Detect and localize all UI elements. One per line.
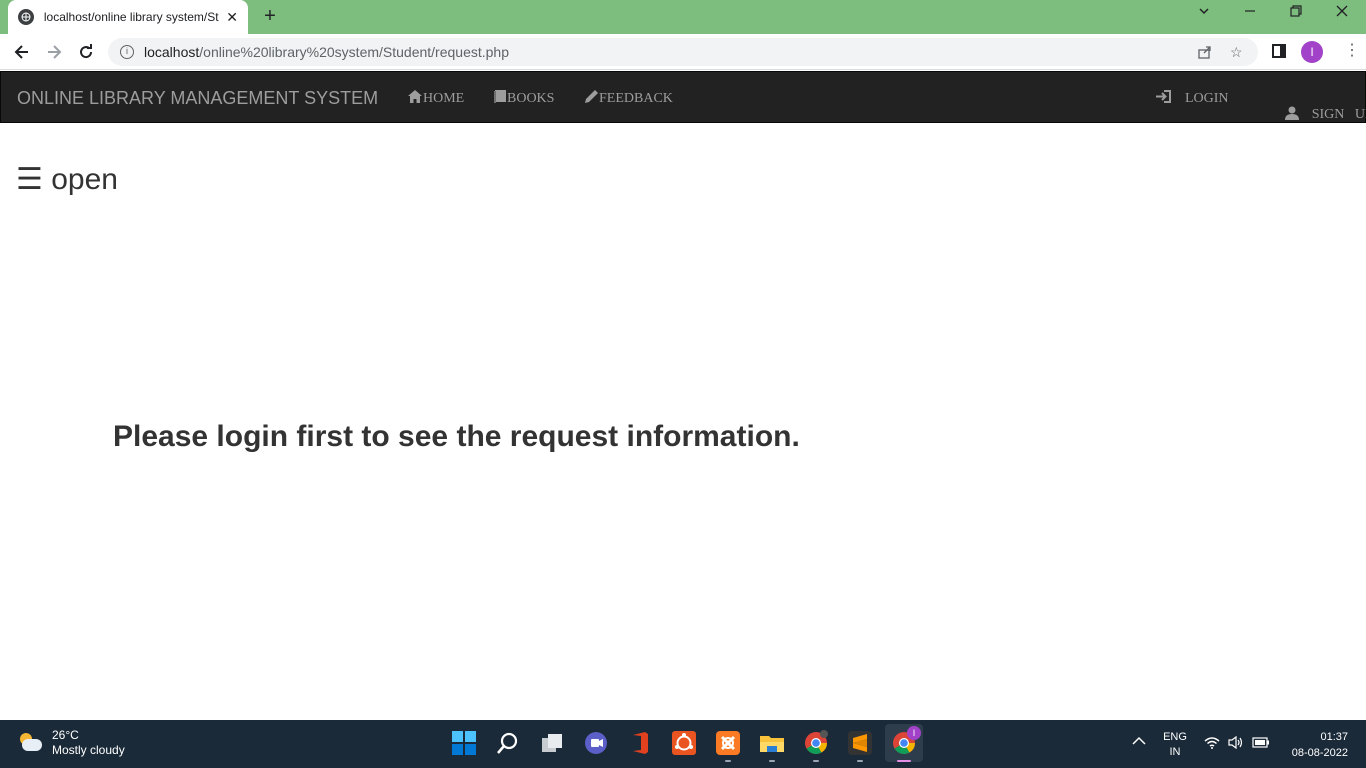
- book-icon: [494, 90, 506, 107]
- browser-tab[interactable]: localhost/online library system/St ✕: [8, 0, 248, 34]
- teams-chat-icon[interactable]: [583, 730, 609, 756]
- running-indicator: [769, 760, 775, 762]
- nav-home-label: HOME: [423, 90, 465, 106]
- restore-button[interactable]: [1286, 4, 1306, 22]
- start-windows-icon[interactable]: [451, 730, 477, 756]
- tab-close-icon[interactable]: ✕: [226, 9, 238, 26]
- tab-title: localhost/online library system/St: [43, 10, 219, 24]
- running-indicator: [813, 760, 819, 762]
- tab-search-icon[interactable]: [1194, 4, 1214, 22]
- user-icon: [1258, 90, 1299, 140]
- clock-time: 01:37: [1320, 731, 1348, 743]
- side-panel-icon[interactable]: [1272, 44, 1286, 58]
- url-text: localhost/online%20library%20system/Stud…: [144, 44, 509, 60]
- nav-signup[interactable]: SIGN UP: [1258, 90, 1366, 140]
- windows-taskbar: 26°C Mostly cloudy I ENG IN 01:37 08-08-…: [0, 720, 1366, 768]
- cloudy-weather-icon: [18, 733, 42, 753]
- address-bar[interactable]: i localhost/online%20library%20system/St…: [108, 38, 1258, 66]
- pencil-icon: [585, 90, 598, 107]
- nav-home[interactable]: HOME: [408, 90, 464, 107]
- file-explorer-icon[interactable]: [759, 730, 785, 756]
- close-window-button[interactable]: [1332, 4, 1352, 22]
- menu-kebab-icon[interactable]: ⋮: [1344, 40, 1360, 60]
- back-arrow-icon[interactable]: [10, 40, 34, 64]
- site-brand[interactable]: ONLINE LIBRARY MANAGEMENT SYSTEM: [17, 88, 378, 109]
- site-info-icon[interactable]: i: [120, 45, 134, 59]
- login-required-message: Please login first to see the request in…: [113, 420, 800, 453]
- language-indicator[interactable]: ENG IN: [1160, 730, 1190, 760]
- chrome-active-icon[interactable]: I: [885, 724, 923, 762]
- nav-signup-label: SIGN UP: [1311, 107, 1366, 122]
- forward-arrow-icon[interactable]: [42, 40, 66, 64]
- running-indicator: [725, 760, 731, 762]
- taskbar-clock[interactable]: 01:37 08-08-2022: [1282, 729, 1348, 761]
- task-view-icon[interactable]: [539, 730, 565, 756]
- language-code: ENG: [1163, 731, 1187, 743]
- weather-text: 26°C Mostly cloudy: [52, 728, 125, 758]
- weather-temp: 26°C: [52, 728, 79, 742]
- bookmark-star-icon[interactable]: ☆: [1230, 38, 1243, 66]
- site-navbar: ONLINE LIBRARY MANAGEMENT SYSTEM HOME BO…: [0, 71, 1366, 123]
- login-icon: [1156, 90, 1171, 107]
- weather-widget[interactable]: 26°C Mostly cloudy: [18, 728, 125, 758]
- clock-date: 08-08-2022: [1291, 747, 1348, 759]
- home-icon: [408, 90, 422, 107]
- language-region: IN: [1169, 746, 1181, 758]
- active-indicator: [897, 760, 911, 762]
- ubuntu-icon[interactable]: [671, 730, 697, 756]
- url-host: localhost: [144, 44, 200, 60]
- profile-avatar[interactable]: I: [1301, 41, 1323, 63]
- battery-icon[interactable]: [1252, 737, 1270, 751]
- nav-feedback-label: FEEDBACK: [599, 90, 673, 106]
- nav-books[interactable]: BOOKS: [494, 90, 554, 107]
- wifi-icon[interactable]: [1204, 736, 1220, 752]
- nav-login[interactable]: LOGIN: [1156, 90, 1229, 107]
- browser-tab-strip: localhost/online library system/St ✕ +: [0, 0, 1366, 34]
- open-sidebar-button[interactable]: ☰ open: [16, 162, 118, 197]
- show-hidden-icons-chevron-icon[interactable]: [1132, 736, 1146, 749]
- chrome-profile-icon[interactable]: [803, 730, 829, 756]
- xampp-icon[interactable]: [715, 730, 741, 756]
- reload-icon[interactable]: [74, 40, 98, 64]
- chrome-profile-badge: I: [907, 726, 921, 740]
- search-icon[interactable]: [495, 730, 521, 756]
- running-indicator: [857, 760, 863, 762]
- office-icon[interactable]: [627, 730, 653, 756]
- share-icon[interactable]: [1198, 38, 1212, 68]
- globe-icon: [18, 9, 34, 25]
- minimize-button[interactable]: [1240, 4, 1260, 22]
- volume-icon[interactable]: [1228, 735, 1244, 752]
- nav-login-label: LOGIN: [1185, 90, 1229, 106]
- nav-books-label: BOOKS: [507, 90, 555, 106]
- sublime-text-icon[interactable]: [847, 730, 873, 756]
- browser-toolbar: i localhost/online%20library%20system/St…: [0, 34, 1366, 70]
- nav-feedback[interactable]: FEEDBACK: [585, 90, 673, 107]
- weather-desc: Mostly cloudy: [52, 743, 125, 757]
- url-path: /online%20library%20system/Student/reque…: [199, 44, 510, 60]
- new-tab-button[interactable]: +: [260, 5, 280, 28]
